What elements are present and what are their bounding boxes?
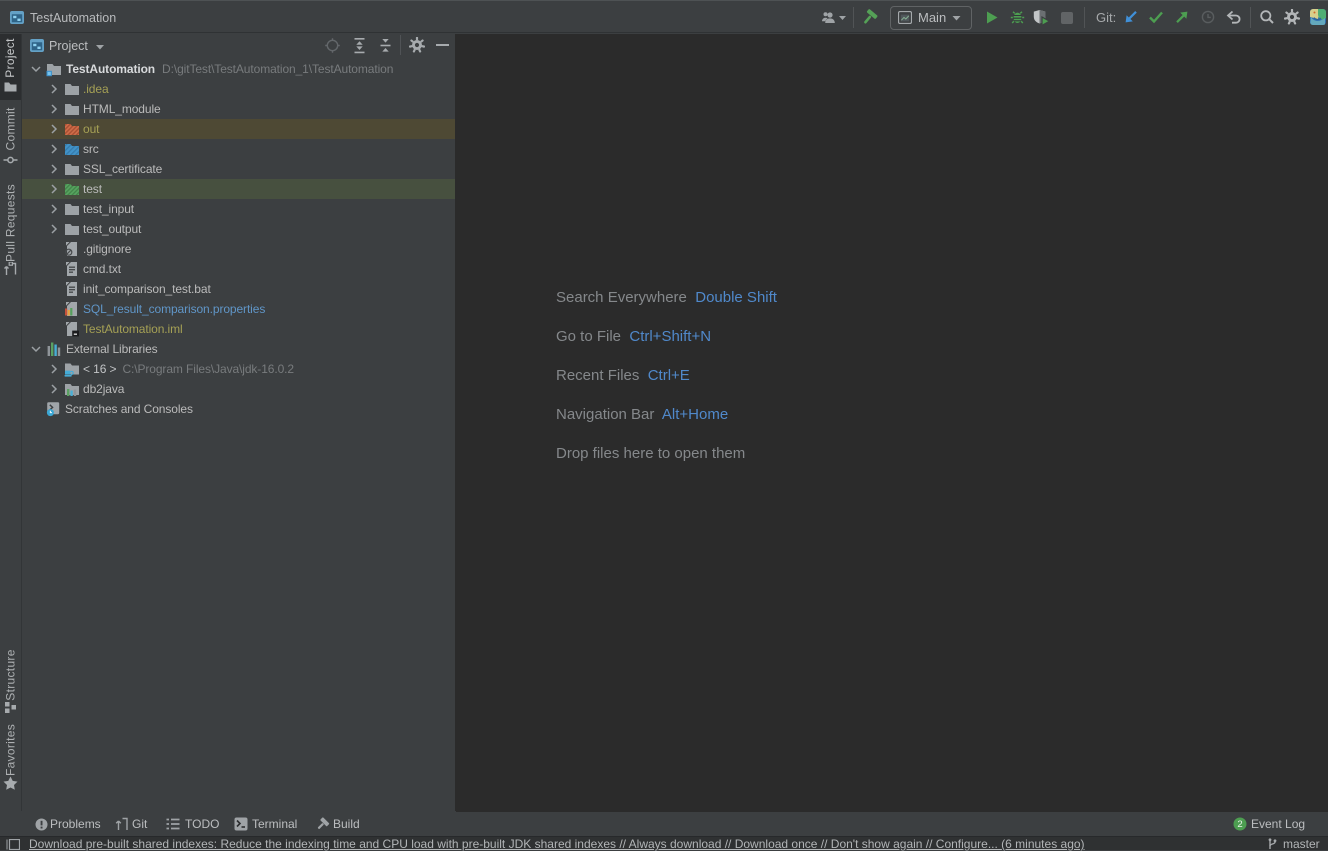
svg-text:2: 2 (1237, 819, 1242, 830)
